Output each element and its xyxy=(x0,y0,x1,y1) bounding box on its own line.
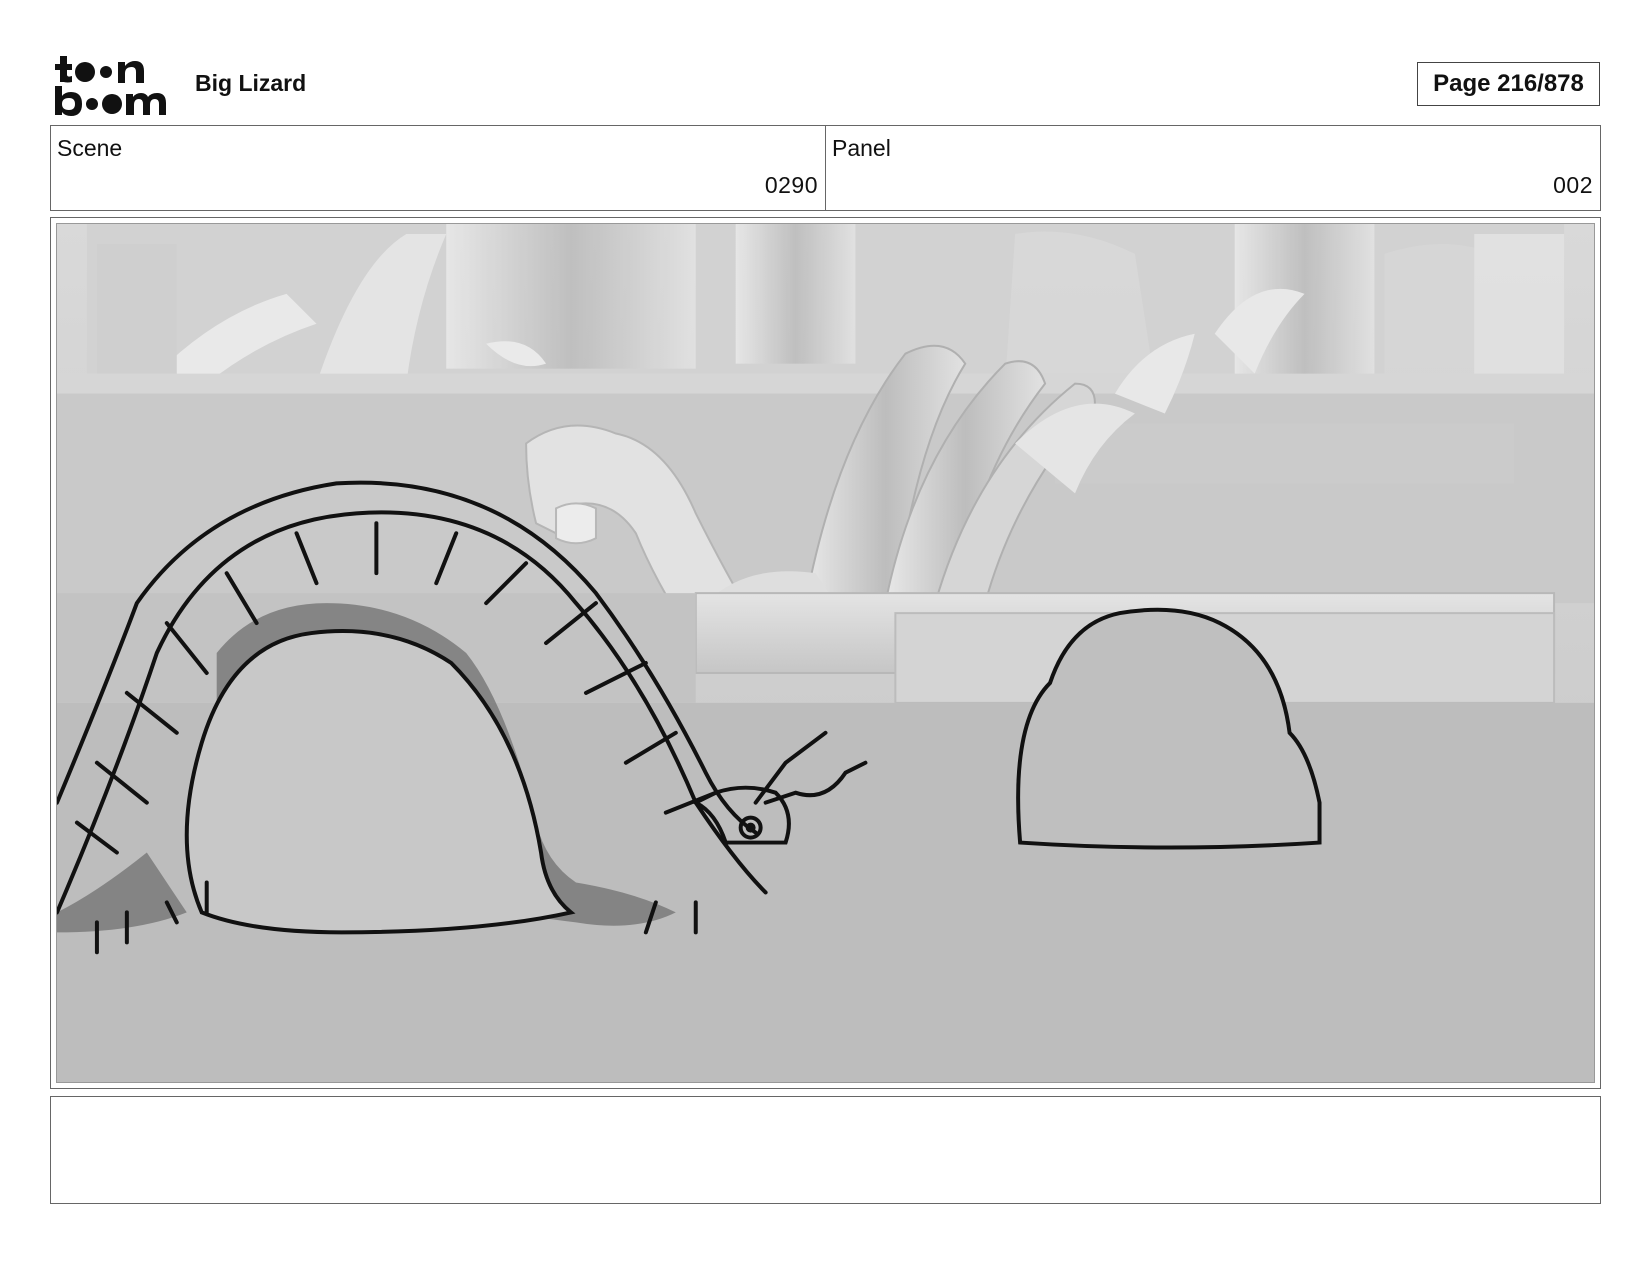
storyboard-panel xyxy=(50,217,1601,1089)
panel-cell: Panel 002 xyxy=(825,126,1600,210)
project-title: Big Lizard xyxy=(195,70,307,96)
scene-panel-info: Scene 0290 Panel 002 xyxy=(50,125,1601,211)
background-structures xyxy=(86,224,1565,394)
panel-number: 002 xyxy=(1553,172,1593,198)
panel-drawing xyxy=(56,223,1595,1083)
scene-cell: Scene 0290 xyxy=(51,126,825,210)
panel-notes xyxy=(50,1096,1601,1204)
scene-number: 0290 xyxy=(764,172,818,198)
panel-label: Panel xyxy=(832,135,891,161)
toonboom-logo xyxy=(55,56,166,116)
page-indicator: Page 216/878 xyxy=(1417,62,1600,106)
scene-label: Scene xyxy=(57,135,123,161)
